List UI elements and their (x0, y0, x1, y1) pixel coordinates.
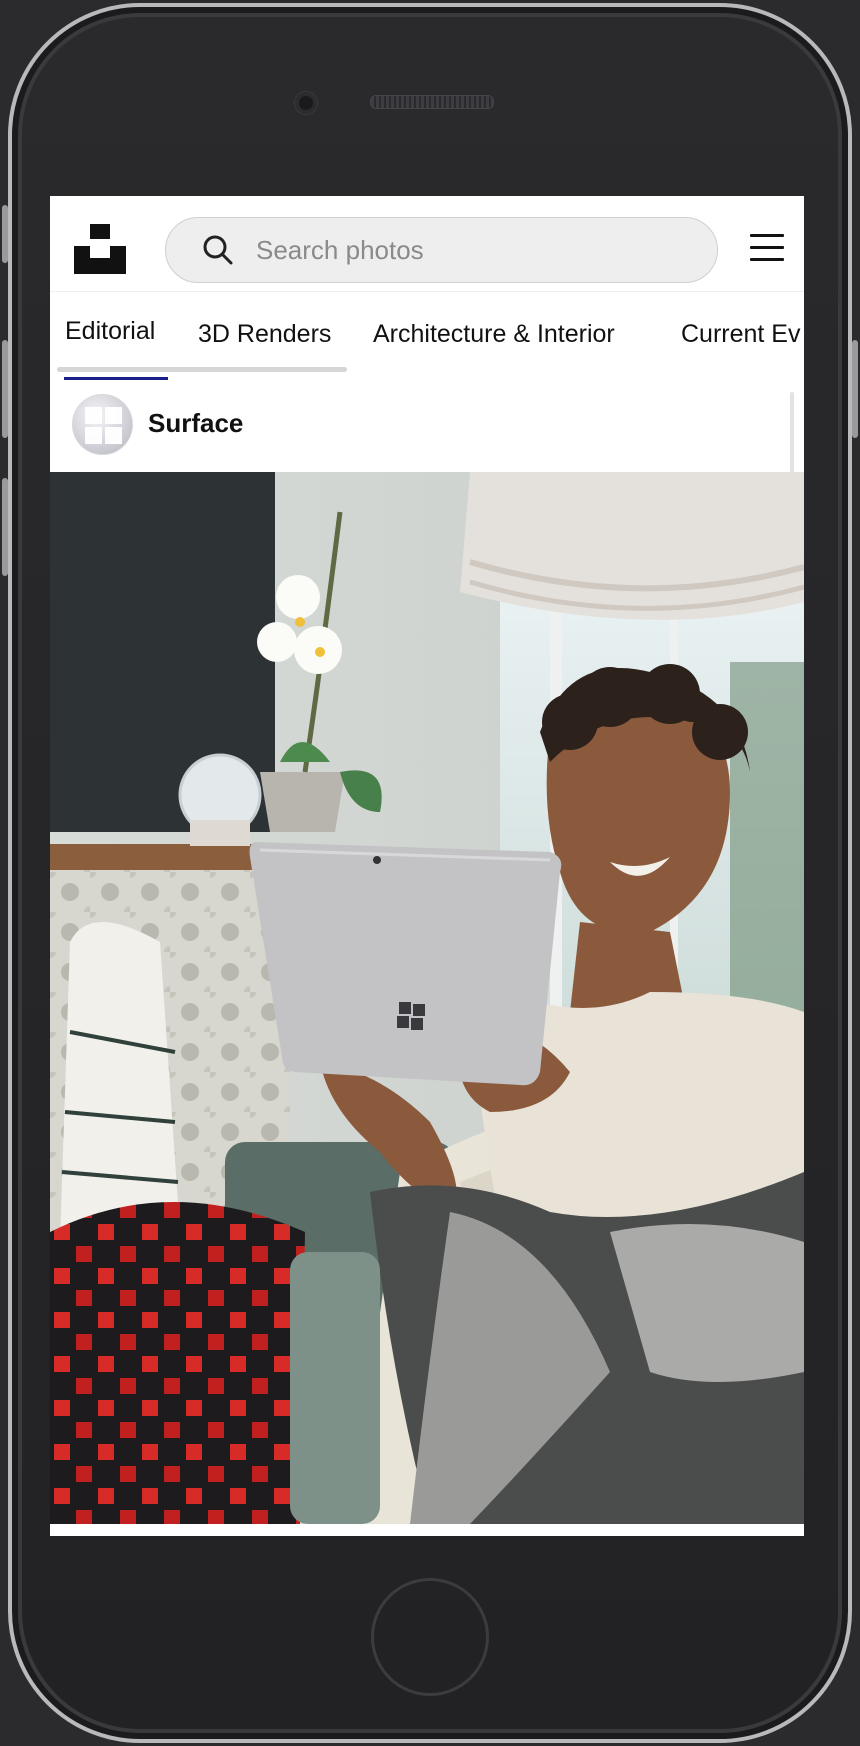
side-button (2, 340, 8, 438)
earpiece-speaker (370, 95, 494, 109)
tab-architecture-interior[interactable]: Architecture & Interior (373, 320, 615, 349)
tabs-scroll-indicator[interactable] (57, 367, 347, 372)
photo-image[interactable] (50, 472, 804, 1524)
search-bar[interactable] (165, 217, 718, 283)
unsplash-logo-icon[interactable] (74, 224, 126, 274)
screen-bottom-edge (50, 1524, 804, 1536)
home-button[interactable] (371, 1578, 489, 1696)
author-name[interactable]: Surface (148, 408, 243, 439)
search-icon[interactable] (202, 234, 234, 266)
top-navbar (50, 196, 804, 292)
side-button (2, 478, 8, 576)
tab-current-events[interactable]: Current Ev (681, 320, 800, 349)
avatar[interactable] (72, 394, 133, 455)
windows-logo-icon (85, 407, 122, 444)
side-button (2, 205, 8, 263)
search-input[interactable] (256, 218, 696, 282)
tab-3d-renders[interactable]: 3D Renders (198, 320, 331, 349)
tab-editorial[interactable]: Editorial (65, 317, 155, 346)
app-screen: Editorial 3D Renders Architecture & Inte… (50, 196, 804, 1536)
side-button (852, 340, 858, 438)
hamburger-menu-icon[interactable] (750, 234, 784, 264)
topic-tabs: Editorial 3D Renders Architecture & Inte… (50, 292, 804, 380)
front-camera (295, 92, 317, 114)
photo-author-row[interactable]: Surface (50, 380, 804, 472)
